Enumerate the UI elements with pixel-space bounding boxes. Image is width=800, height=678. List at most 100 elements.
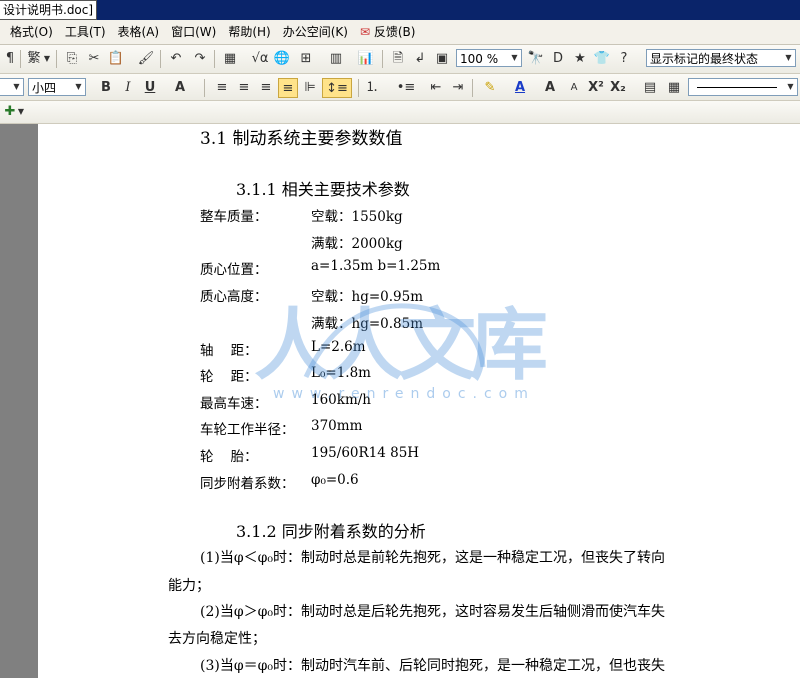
menu-bar: 格式(O) 工具(T) 表格(A) 窗口(W) 帮助(H) 办公空间(K) ✉ … (0, 20, 800, 45)
param-value: 195/60R14 85H (311, 445, 420, 461)
menu-feedback[interactable]: ✉ 反馈(B) (354, 20, 422, 44)
menu-help[interactable]: 帮助(H) (222, 20, 276, 44)
superscript-icon[interactable]: X² (586, 78, 606, 98)
menu-feedback-label: 反馈(B) (373, 25, 416, 39)
menu-tools[interactable]: 工具(T) (59, 20, 112, 44)
reading-mode-icon[interactable]: D (548, 49, 568, 69)
feedback-icon: ✉ (359, 25, 371, 39)
font-name-select[interactable]: ▼ (0, 78, 24, 96)
table-style-icon[interactable]: ▦ (664, 78, 684, 98)
align-right-icon[interactable]: ≡ (256, 78, 276, 98)
menu-format[interactable]: 格式(O) (4, 20, 59, 44)
globe-icon[interactable]: 🌐 (272, 49, 292, 69)
param-value: 空载：1550kg (311, 209, 403, 225)
standard-toolbar: ¶ 繁 ▼ ⎘ ✂ 📋 🖌 ↶ ↷ ▦ √α 🌐 ⊞ ▥ 📊 🗎 ↲ ▣ 100… (0, 45, 800, 74)
border-line-select[interactable]: ▼ (688, 78, 798, 96)
format-painter-icon[interactable]: 🖌 (136, 49, 156, 69)
paste-icon[interactable]: 📋 (106, 49, 126, 69)
param-label: 同步附着系数： (200, 476, 295, 492)
redo-icon[interactable]: ↷ (190, 49, 210, 69)
document-content: 3.1 制动系统主要参数数值 3.1.1 相关主要技术参数 整车质量： 空载：1… (38, 124, 800, 678)
chevron-down-icon[interactable]: ▼ (10, 79, 23, 95)
font-color-icon[interactable]: A (510, 78, 530, 98)
param-value: 160km/h (311, 392, 371, 408)
paragraph-line: (1)当φ＜φ₀时：制动时总是前轮先抱死，这是一种稳定工况，但丧失了转向 (200, 550, 666, 566)
shrink-font-icon[interactable]: A (564, 78, 584, 98)
toolbar-separator (56, 50, 57, 68)
show-formatting-icon[interactable]: ↲ (410, 49, 430, 69)
document-page[interactable]: 3.1 制动系统主要参数数值 3.1.1 相关主要技术参数 整车质量： 空载：1… (38, 124, 800, 678)
param-value: 满载：2000kg (311, 236, 403, 252)
chevron-down-icon[interactable]: ▼ (508, 50, 521, 66)
chart-icon[interactable]: 📊 (356, 49, 376, 69)
help-icon[interactable]: ? (614, 49, 634, 69)
cut-icon[interactable]: ✂ (84, 49, 104, 69)
param-label: 车轮工作半径： (200, 422, 295, 438)
toolbar-separator (160, 50, 161, 68)
title-bar: 设计说明书.doc] (0, 0, 800, 20)
justify-icon[interactable]: ≡ (278, 78, 298, 98)
traditional-chinese-button[interactable]: 繁 (24, 49, 44, 69)
section-heading-1: 3.1.1 相关主要技术参数 (236, 180, 410, 199)
param-value: 空载：hg=0.95m (311, 289, 424, 305)
line-style-preview (697, 87, 777, 88)
binoculars-icon[interactable]: 🔭 (526, 49, 546, 69)
toolbar-separator (204, 79, 205, 97)
param-label: 轴 距： (200, 343, 258, 359)
frame-icon[interactable]: ▣ (432, 49, 452, 69)
menu-table[interactable]: 表格(A) (112, 20, 166, 44)
increase-indent-icon[interactable]: ⇥ (448, 78, 468, 98)
align-left-icon[interactable]: ≡ (212, 78, 232, 98)
line-spacing-icon[interactable]: ↕≡ (322, 78, 352, 98)
markup-mode-select[interactable]: 显示标记的最终状态 ▼ (646, 49, 796, 67)
param-value: φ₀=0.6 (311, 472, 359, 488)
menu-window[interactable]: 窗口(W) (165, 20, 222, 44)
copy-icon[interactable]: ⎘ (62, 49, 82, 69)
param-value: 满载：hg=0.85m (311, 316, 424, 332)
chevron-down-icon[interactable]: ▼ (72, 79, 85, 95)
param-value: 370mm (311, 418, 363, 434)
paragraph-line: (3)当φ＝φ₀时：制动时汽车前、后轮同时抱死，是一种稳定工况，但也丧失 (200, 658, 666, 674)
highlight-icon[interactable]: ✎ (480, 78, 500, 98)
numbering-icon[interactable]: ⒈ (362, 78, 382, 98)
param-label: 轮 胎： (200, 449, 258, 465)
markup-mode-value: 显示标记的最终状态 (650, 52, 759, 66)
menu-office-space[interactable]: 办公空间(K) (277, 20, 354, 44)
italic-icon[interactable]: I (118, 78, 138, 98)
param-label: 最高车速： (200, 396, 268, 412)
zoom-select[interactable]: 100 % ▼ (456, 49, 522, 67)
chevron-down-icon[interactable]: ▼ (784, 79, 797, 95)
paragraph-line: (2)当φ＞φ₀时：制动时总是后轮先抱死，这时容易发生后轴侧滑而使汽车失 (200, 604, 666, 620)
param-label: 质心位置： (200, 262, 268, 278)
chevron-down-icon[interactable]: ▼ (782, 50, 795, 66)
equation-icon[interactable]: √α (250, 49, 270, 69)
columns-icon[interactable]: ▥ (326, 49, 346, 69)
distribute-icon[interactable]: ⊫ (300, 78, 320, 98)
align-center-icon[interactable]: ≡ (234, 78, 254, 98)
chevron-down-icon[interactable]: ▼ (42, 49, 52, 69)
underline-icon[interactable]: U (140, 78, 160, 98)
char-spacing-icon[interactable]: A (170, 78, 190, 98)
chevron-down-icon[interactable]: ▼ (16, 102, 26, 122)
font-size-select[interactable]: 小四 ▼ (28, 78, 86, 96)
section-heading-2: 3.1.2 同步附着系数的分析 (236, 522, 426, 541)
toolbar-separator (20, 50, 21, 68)
bold-icon[interactable]: B (96, 78, 116, 98)
paragraph-icon[interactable]: ¶ (0, 49, 20, 69)
star-icon[interactable]: ★ (570, 49, 590, 69)
document-margin (0, 124, 38, 678)
subscript-icon[interactable]: X₂ (608, 78, 628, 98)
param-value: L=2.6m (311, 339, 366, 355)
bullets-icon[interactable]: •≡ (396, 78, 416, 98)
decrease-indent-icon[interactable]: ⇤ (426, 78, 446, 98)
extra-toolbar: ✚ ▼ (0, 101, 800, 124)
window-title: 设计说明书.doc] (0, 0, 98, 20)
table-icon[interactable]: ⊞ (296, 49, 316, 69)
shirt-icon[interactable]: 👕 (592, 49, 612, 69)
grow-font-icon[interactable]: A (540, 78, 560, 98)
insert-textbox-icon[interactable]: ▤ (640, 78, 660, 98)
toolbar-separator (382, 50, 383, 68)
document-map-icon[interactable]: 🗎 (388, 49, 408, 69)
insert-table-icon[interactable]: ▦ (220, 49, 240, 69)
undo-icon[interactable]: ↶ (166, 49, 186, 69)
